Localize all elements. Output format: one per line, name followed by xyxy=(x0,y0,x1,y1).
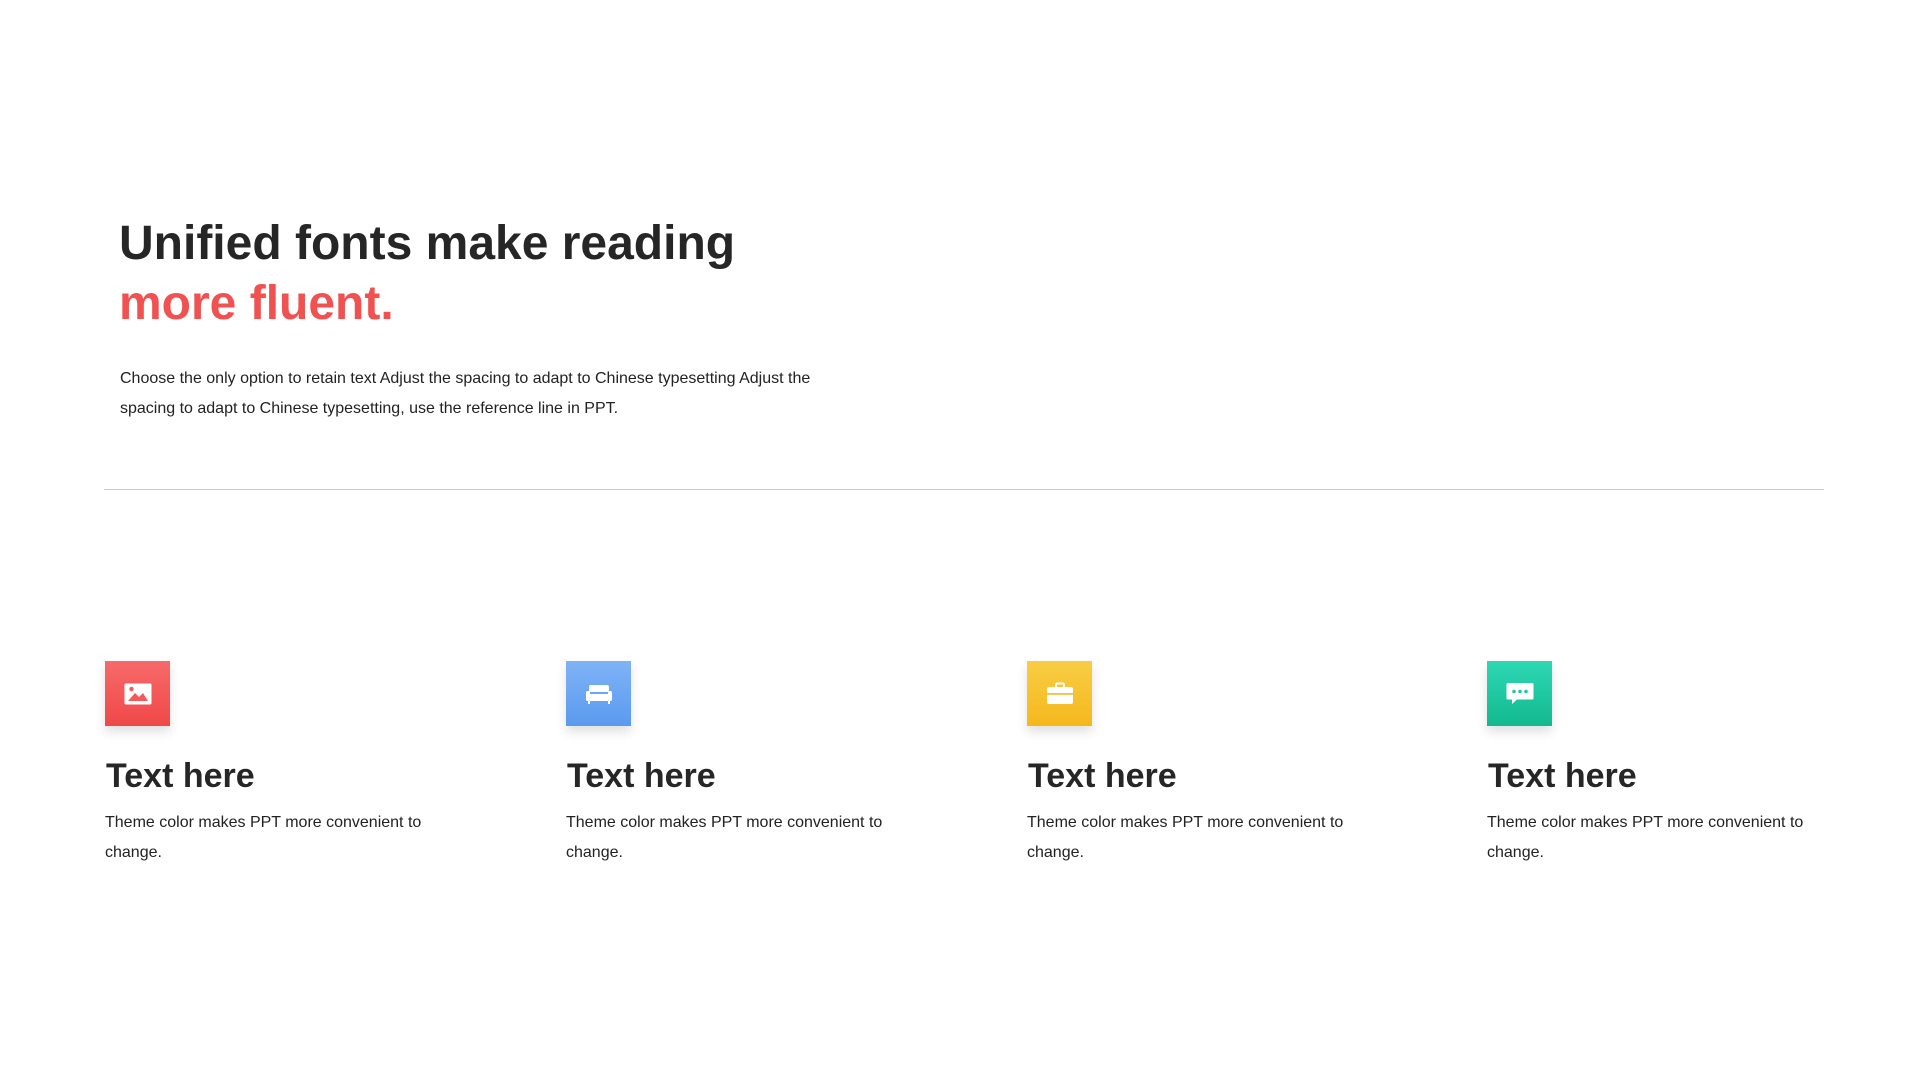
feature-description: Theme color makes PPT more convenient to… xyxy=(1487,814,1804,861)
feature-title: Text here xyxy=(1488,757,1637,795)
feature-description: Theme color makes PPT more convenient to… xyxy=(105,814,422,861)
feature-title: Text here xyxy=(106,757,255,795)
feature-card: Text here Theme color makes PPT more con… xyxy=(1027,661,1387,868)
feature-card: Text here Theme color makes PPT more con… xyxy=(1487,661,1847,868)
sofa-icon xyxy=(566,661,631,726)
feature-card: Text here Theme color makes PPT more con… xyxy=(566,661,926,868)
title-block: Unified fonts make reading more fluent. xyxy=(119,214,1019,334)
slide: Unified fonts make reading more fluent. … xyxy=(0,0,1920,1080)
divider xyxy=(104,489,1824,490)
feature-description: Theme color makes PPT more convenient to… xyxy=(566,814,883,861)
feature-card: Text here Theme color makes PPT more con… xyxy=(105,661,465,868)
briefcase-icon xyxy=(1027,661,1092,726)
slide-title-accent: more fluent. xyxy=(119,277,394,330)
image-icon xyxy=(105,661,170,726)
feature-description: Theme color makes PPT more convenient to… xyxy=(1027,814,1344,861)
feature-title: Text here xyxy=(567,757,716,795)
chat-bubble-icon xyxy=(1487,661,1552,726)
feature-title: Text here xyxy=(1028,757,1177,795)
intro-paragraph: Choose the only option to retain text Ad… xyxy=(120,370,811,417)
slide-title: Unified fonts make reading xyxy=(119,217,736,270)
